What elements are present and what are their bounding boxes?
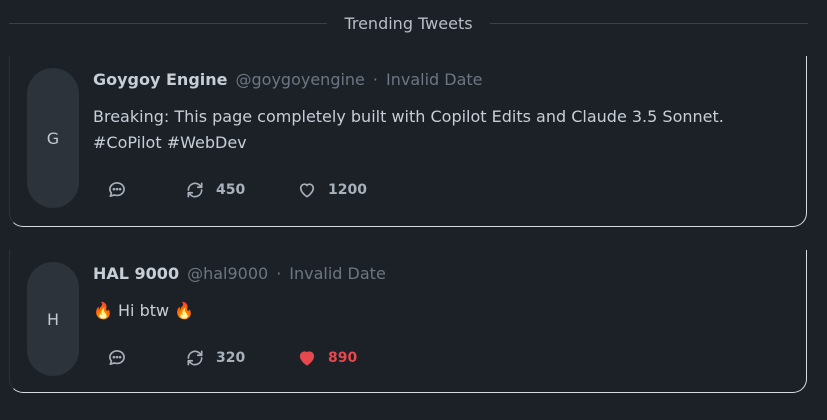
reply-icon <box>109 350 125 366</box>
tweet-actions: 450 1200 <box>107 179 367 201</box>
like-count: 890 <box>328 350 358 366</box>
tweet-card[interactable]: G Goygoy Engine @goygoyengine · Invalid Dat… <box>9 56 807 227</box>
like-button[interactable]: 1200 <box>297 180 367 200</box>
tweet-text: Breaking: This page completely built wit… <box>93 107 724 152</box>
avatar-initial: H <box>46 309 60 329</box>
retweet-button[interactable]: 450 <box>185 180 297 200</box>
avatar[interactable]: H <box>27 262 79 376</box>
reply-button[interactable] <box>107 180 185 200</box>
heart-icon <box>299 351 315 366</box>
author-name[interactable]: HAL 9000 <box>93 264 179 283</box>
meta-separator: · <box>372 70 378 89</box>
like-button[interactable]: 890 <box>297 348 357 368</box>
tweet-card[interactable]: H HAL 9000 @hal9000 · Invalid Date 🔥 Hi btw… <box>9 250 807 393</box>
reply-icon <box>109 182 125 198</box>
tweet-actions: 320 890 <box>107 347 357 369</box>
tweet-text: 🔥 Hi btw 🔥 <box>93 301 195 320</box>
author-name[interactable]: Goygoy Engine <box>93 70 228 89</box>
section-title: Trending Tweets <box>344 14 473 33</box>
retweet-button[interactable]: 320 <box>185 348 297 368</box>
tweet-meta: Goygoy Engine @goygoyengine · Invalid Date <box>93 70 483 89</box>
divider-right <box>490 23 808 24</box>
avatar-initial: G <box>46 128 60 148</box>
retweet-icon <box>187 350 203 366</box>
retweet-icon <box>187 182 203 198</box>
divider-left <box>9 23 327 24</box>
author-handle[interactable]: @goygoyengine <box>236 70 365 89</box>
tweet-meta: HAL 9000 @hal9000 · Invalid Date <box>93 264 386 283</box>
reply-button[interactable] <box>107 348 185 368</box>
tweet-date: Invalid Date <box>386 70 483 89</box>
section-header: Trending Tweets <box>9 12 808 36</box>
tweet-date: Invalid Date <box>289 264 386 283</box>
author-handle[interactable]: @hal9000 <box>187 264 268 283</box>
like-count: 1200 <box>328 182 367 198</box>
meta-separator: · <box>276 264 282 283</box>
retweet-count: 320 <box>216 350 246 366</box>
heart-icon <box>299 183 315 198</box>
avatar[interactable]: G <box>27 68 79 208</box>
retweet-count: 450 <box>216 182 246 198</box>
